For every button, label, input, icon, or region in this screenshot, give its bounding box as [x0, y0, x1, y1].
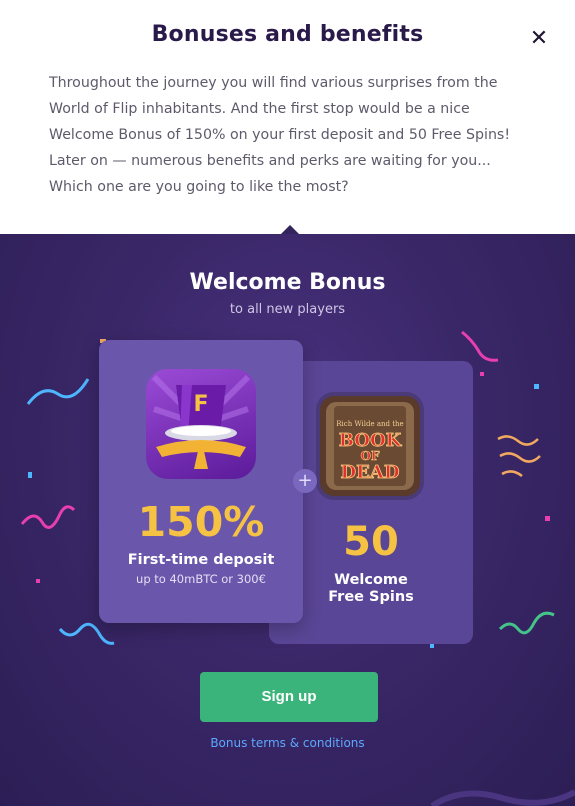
bonus-terms-link[interactable]: Bonus terms & conditions — [0, 736, 575, 750]
svg-text:OF: OF — [361, 449, 380, 463]
svg-text:F: F — [193, 392, 208, 417]
intro-line: Which one are you going to like the most… — [49, 179, 349, 195]
intro-line: Throughout the journey you will find var… — [49, 75, 498, 91]
plus-icon: + — [293, 469, 317, 493]
intro-text: Throughout the journey you will find var… — [49, 70, 541, 200]
top-hat-logo-icon: F — [146, 369, 256, 479]
close-icon[interactable]: ✕ — [526, 26, 552, 52]
intro-line: Later on — numerous benefits and perks a… — [49, 153, 491, 169]
sign-up-button[interactable]: Sign up — [200, 672, 378, 722]
modal-header: Bonuses and benefits ✕ Throughout the jo… — [0, 0, 575, 234]
svg-text:Rich Wilde and the: Rich Wilde and the — [336, 420, 403, 428]
welcome-bonus-panel: Welcome Bonus to all new players F Rich … — [0, 234, 575, 806]
intro-line: Welcome Bonus of 150% on your first depo… — [49, 127, 511, 143]
svg-text:DEAD: DEAD — [341, 462, 400, 483]
free-spins-label-line1: Welcome — [334, 572, 408, 588]
welcome-bonus-title: Welcome Bonus — [189, 270, 386, 295]
intro-line: World of Flip inhabitants. And the first… — [49, 101, 470, 117]
free-spins-count: 50 — [343, 519, 399, 565]
modal-title: Bonuses and benefits — [151, 22, 424, 47]
free-spins-label-line2: Free Spins — [328, 589, 414, 605]
svg-text:BOOK: BOOK — [339, 430, 403, 451]
welcome-bonus-subtitle: to all new players — [229, 302, 346, 317]
book-of-dead-game-icon: Rich Wilde and the BOOK OF DEAD — [316, 392, 424, 500]
bottom-ornament — [430, 789, 575, 806]
